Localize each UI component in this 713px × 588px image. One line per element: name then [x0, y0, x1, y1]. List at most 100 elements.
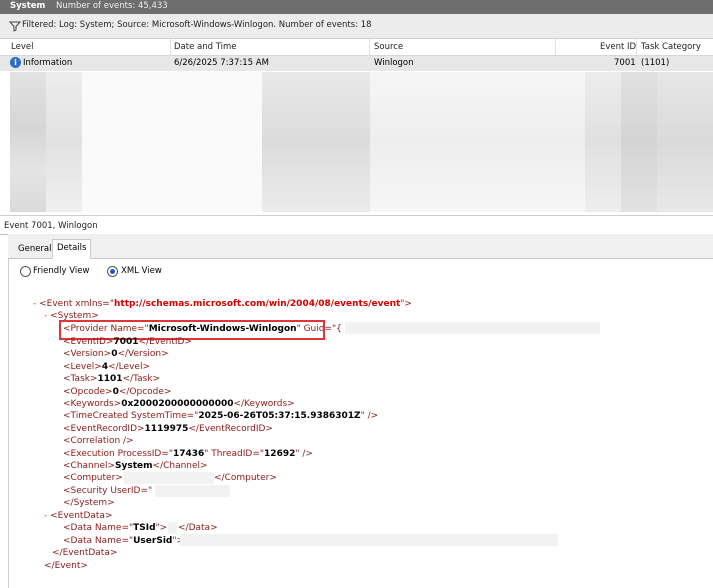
event-detail-header: Event 7001, Winlogon [0, 215, 713, 235]
event-title: Event 7001, Winlogon [4, 221, 98, 231]
blurred-rows [46, 72, 82, 212]
blurred-rows [621, 72, 657, 212]
xml-view-radio[interactable] [107, 266, 118, 277]
xml-value: 12692 [264, 449, 296, 459]
row-event-id: 7001 [614, 58, 636, 68]
xml-data-tsid-close: </Data> [178, 522, 218, 534]
column-event-id[interactable]: Event ID [600, 42, 636, 52]
detail-tabs: General Details [8, 234, 713, 259]
xml-execution: <Execution ProcessID="17436" ThreadID="1… [63, 448, 313, 460]
filter-icon [9, 21, 21, 32]
collapse-toggle[interactable]: - [44, 311, 47, 321]
xml-computer: <Computer> [63, 472, 123, 484]
collapse-toggle[interactable]: - [33, 299, 36, 309]
xml-data-tsid: <Data Name="TSId"> [63, 522, 167, 534]
xml-tag: </Opcode> [118, 387, 172, 397]
xml-level: <Level>4</Level> [63, 361, 150, 373]
xml-value: 0x2000200000000000 [121, 399, 234, 409]
xml-channel: <Channel>System</Channel> [63, 460, 208, 472]
collapse-toggle[interactable]: - [44, 511, 47, 521]
xml-correlation: <Correlation /> [63, 435, 134, 447]
xml-tag: " ThreadID=" [204, 449, 265, 459]
redacted-tsid [168, 522, 177, 534]
xml-tag: "> [155, 523, 168, 533]
column-level[interactable]: Level [11, 42, 33, 52]
xml-tag: <Data Name=" [63, 523, 134, 533]
grid-header: Level Date and Time Source Event ID Task… [0, 39, 713, 56]
blurred-rows [585, 72, 621, 212]
xml-security: <Security UserID=" [63, 485, 152, 497]
xml-view-label[interactable]: XML View [121, 266, 162, 276]
xml-tag: <Security UserID=" [63, 486, 153, 496]
redacted-guid [345, 322, 600, 334]
xml-tag: <Version> [63, 349, 112, 359]
xml-namespace: http://schemas.microsoft.com/win/2004/08… [113, 299, 401, 309]
row-datetime: 6/26/2025 7:37:15 AM [174, 58, 269, 68]
blurred-rows [10, 72, 46, 212]
tab-details[interactable]: Details [52, 239, 92, 259]
xml-tag: <EventData> [50, 511, 113, 521]
xml-system-close: </System> [63, 497, 115, 509]
blurred-rows [82, 72, 262, 212]
xml-value: 17436 [172, 449, 205, 459]
xml-tag: </Channel> [152, 461, 208, 471]
xml-tag: <Task> [63, 374, 98, 384]
redacted-computer [124, 472, 214, 484]
blurred-rows [657, 72, 713, 212]
xml-keywords: <Keywords>0x2000200000000000</Keywords> [63, 398, 295, 410]
xml-event-open: - <Event xmlns="http://schemas.microsoft… [33, 298, 412, 310]
xml-eventrecordid: <EventRecordID>1119975</EventRecordID> [63, 423, 273, 435]
redacted-usersid [180, 534, 558, 546]
xml-tag: <TimeCreated SystemTime=" [63, 411, 199, 421]
xml-value: 1101 [97, 374, 123, 384]
xml-data-usersid: <Data Name="UserSid"> [63, 535, 184, 547]
xml-tag: <Execution ProcessID=" [63, 449, 173, 459]
xml-tag: <Event xmlns=" [39, 299, 114, 309]
blurred-rows [262, 72, 370, 212]
friendly-view-label[interactable]: Friendly View [33, 266, 89, 276]
information-icon: i [10, 57, 21, 68]
column-date-time[interactable]: Date and Time [174, 42, 237, 52]
event-grid[interactable]: Level Date and Time Source Event ID Task… [0, 39, 713, 214]
xml-tag: <Correlation /> [63, 436, 134, 446]
xml-tag: </System> [63, 498, 115, 508]
xml-eventdata-close: </EventData> [52, 547, 117, 559]
tab-details-label: Details [57, 243, 87, 253]
xml-tag: </Data> [178, 523, 218, 533]
xml-task: <Task>1101</Task> [63, 373, 160, 385]
xml-tag: <Computer> [63, 473, 123, 483]
xml-tag: <Opcode> [63, 387, 113, 397]
xml-tag: </Version> [117, 349, 169, 359]
xml-tag: <EventID> [63, 337, 114, 347]
xml-eventdata-open: - <EventData> [44, 510, 112, 522]
xml-tag: </Event> [44, 561, 88, 571]
xml-computer-close: </Computer> [214, 472, 277, 484]
xml-tag: <Channel> [63, 461, 116, 471]
xml-tag: </EventID> [138, 337, 192, 347]
xml-tag: </Computer> [214, 473, 277, 483]
xml-opcode: <Opcode>0</Opcode> [63, 386, 171, 398]
tab-general-label: General [18, 244, 52, 254]
column-task-category[interactable]: Task Category [641, 42, 701, 52]
filter-bar: Filtered: Log: System; Source: Microsoft… [0, 14, 713, 39]
log-name: System [10, 1, 46, 11]
friendly-view-radio[interactable] [20, 266, 31, 277]
xml-tag: " /> [295, 449, 313, 459]
xml-tag: " /> [360, 411, 379, 421]
xml-value: TSId [133, 523, 156, 533]
column-source[interactable]: Source [374, 42, 403, 52]
xml-tag: "> [400, 299, 412, 309]
row-task-category: (1101) [641, 58, 670, 68]
row-level: Information [23, 58, 73, 68]
xml-tag: <Level> [63, 362, 102, 372]
xml-version: <Version>0</Version> [63, 348, 169, 360]
xml-tag: </Task> [122, 374, 161, 384]
tab-general[interactable]: General [14, 241, 56, 257]
xml-value: 7001 [113, 337, 139, 347]
xml-event-close: </Event> [44, 560, 88, 572]
xml-tag: <Data Name=" [63, 536, 134, 546]
xml-value: 1119975 [144, 424, 189, 434]
filter-text: Filtered: Log: System; Source: Microsoft… [22, 20, 372, 30]
xml-tag: </Level> [108, 362, 150, 372]
table-row-selected[interactable]: i Information 6/26/2025 7:37:15 AM Winlo… [0, 56, 713, 71]
